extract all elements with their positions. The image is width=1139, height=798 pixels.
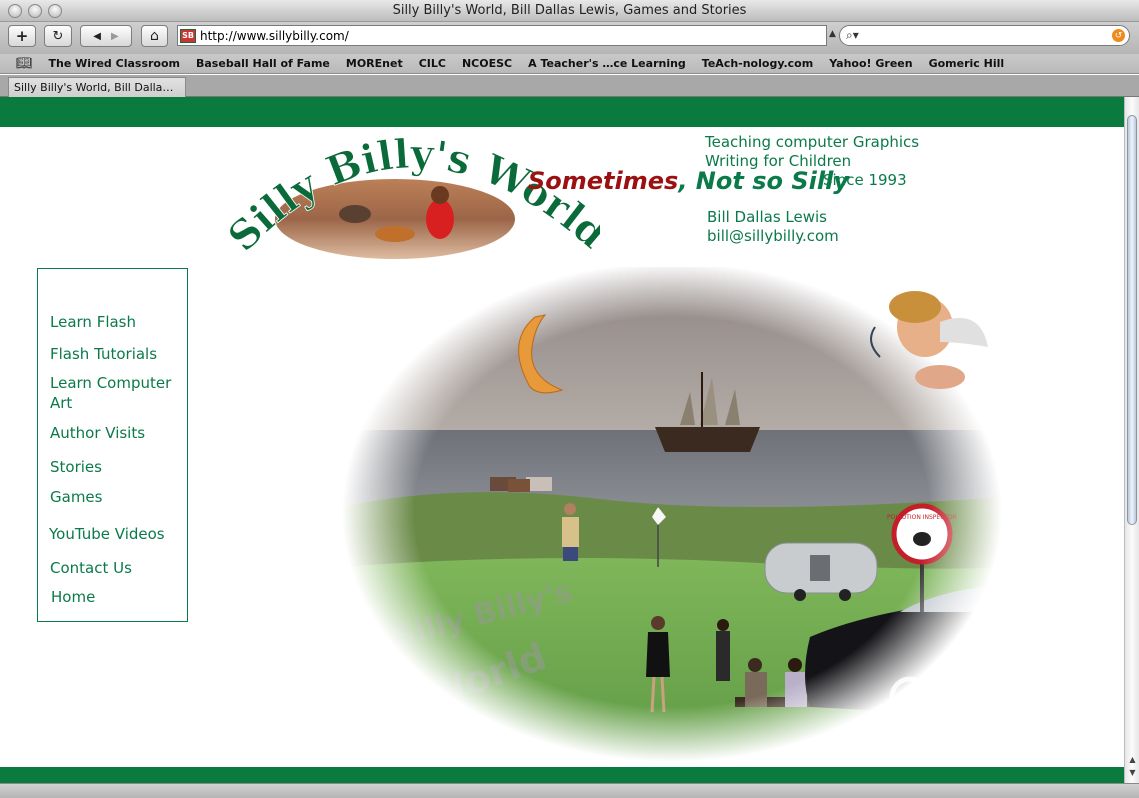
browser-toolbar: + ↻ ◀ ▶ ⌂ SB http://www.sillybilly.com/ … [0,22,1139,54]
bookmark-morenet[interactable]: MOREnet [346,57,403,70]
nav-stories[interactable]: Stories [50,457,102,477]
reload-icon: ↻ [52,28,64,44]
header-author-name: Bill Dallas Lewis [707,208,827,226]
bookmark-gomeric-hill[interactable]: Gomeric Hill [929,57,1005,70]
window-title: Silly Billy's World, Bill Dallas Lewis, … [392,3,747,18]
scrollbar-thumb[interactable] [1127,115,1137,525]
nav-home[interactable]: Home [51,587,95,607]
horses [490,477,552,492]
logo-girl [426,199,454,239]
bookmark-teach-nology[interactable]: TeAch-nology.com [702,57,813,70]
nav-youtube-videos[interactable]: YouTube Videos [49,524,165,544]
search-icon: ⌕▾ [846,28,859,42]
svg-text:POLLUTION INSPECTOR: POLLUTION INSPECTOR [887,514,957,521]
green-top-band [0,97,1124,127]
home-button[interactable]: ⌂ [141,25,168,47]
header-since-line: Since 1993 [823,171,907,189]
tab-active[interactable]: Silly Billy's World, Bill Dalla… [8,77,186,97]
nav-contact-us[interactable]: Contact Us [50,558,132,578]
web-page: Silly Billy's World Sometimes, Not so Si… [0,97,1124,783]
green-bottom-band [0,767,1124,783]
forward-arrow-icon[interactable]: ▶ [111,31,119,42]
vertical-scrollbar[interactable]: ▲ ▼ [1124,97,1139,783]
window-titlebar: Silly Billy's World, Bill Dallas Lewis, … [0,0,1139,22]
tagline: Sometimes, Not so Silly [528,167,849,195]
scene-collage-image[interactable]: POLLUTION INSPECTOR Silly Billy's World [340,267,1005,762]
snapback-icon[interactable]: ↺ [1112,29,1125,42]
bookmark-baseball-hall-of-fame[interactable]: Baseball Hall of Fame [196,57,330,70]
header-writing-line: Writing for Children [705,152,852,170]
url-text[interactable]: http://www.sillybilly.com/ [200,29,349,43]
add-bookmark-button[interactable]: + [8,25,36,47]
tagline-sometimes: Sometimes [528,167,679,195]
scene-sky [340,267,1005,432]
nav-learn-computer-art[interactable]: Learn Computer Art [50,373,185,413]
tab-bar: Silly Billy's World, Bill Dalla… [0,75,1139,97]
bookmarks-bar: 📖︎ The Wired Classroom Baseball Hall of … [0,54,1139,74]
nav-flash-tutorials[interactable]: Flash Tutorials [50,344,157,364]
header-teaching-line: Teaching computer Graphics [705,133,920,151]
airstream-trailer [764,542,878,601]
nav-author-visits[interactable]: Author Visits [50,423,145,443]
bookmark-wired-classroom[interactable]: The Wired Classroom [49,57,180,70]
address-bar[interactable]: SB http://www.sillybilly.com/ [177,25,827,46]
bookmarks-book-icon[interactable]: 📖︎ [16,56,33,71]
scroll-down-icon[interactable]: ▼ [1125,766,1139,779]
back-forward-buttons[interactable]: ◀ ▶ [80,25,132,47]
bookmark-teachers-learning[interactable]: A Teacher's …ce Learning [528,57,686,70]
plus-icon: + [15,27,29,45]
nav-learn-flash[interactable]: Learn Flash [50,312,136,332]
nav-games[interactable]: Games [50,487,102,507]
header-email-link[interactable]: bill@sillybilly.com [707,227,839,245]
left-navigation: Learn Flash Flash Tutorials Learn Comput… [37,268,188,622]
reload-button[interactable]: ↻ [44,25,72,47]
scroll-up-icon[interactable]: ▲ [1125,753,1139,766]
site-favicon: SB [180,28,196,43]
logo-dog [339,205,371,223]
bookmark-ncoesc[interactable]: NCOESC [462,57,512,70]
scroll-arrows[interactable]: ▲ ▼ [1125,753,1139,783]
status-bar [0,783,1139,798]
address-dropdown-icon[interactable]: ▲ [829,29,836,39]
bookmark-yahoo-green[interactable]: Yahoo! Green [829,57,912,70]
home-icon: ⌂ [150,28,159,44]
search-field[interactable]: ⌕▾ ↺ [839,25,1130,46]
back-arrow-icon[interactable]: ◀ [93,31,101,42]
bookmark-cilc[interactable]: CILC [419,57,446,70]
